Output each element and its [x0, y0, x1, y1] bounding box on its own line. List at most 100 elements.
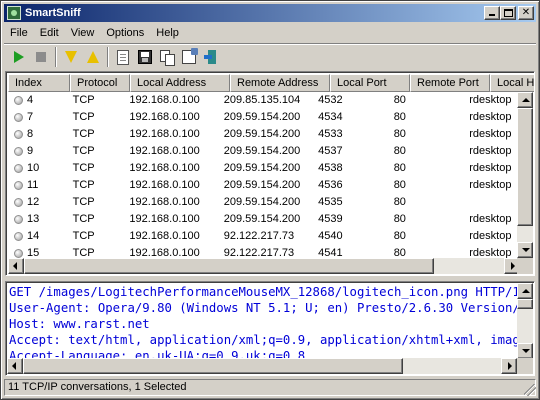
column-header-protocol[interactable]: Protocol: [70, 74, 130, 92]
cell-remote-address: 209.59.154.200: [223, 145, 301, 157]
horizontal-scrollbar[interactable]: [8, 258, 520, 274]
cell-local-host: rdesktop: [469, 94, 512, 106]
cell-index: 14: [8, 228, 67, 245]
table-row[interactable]: 14 TCP 192.168.0.100 92.122.217.73 4540 80 rde…: [8, 228, 520, 245]
content-vertical-scroll-thumb[interactable]: [517, 299, 533, 309]
stream-line: User-Agent: Opera/9.80 (Windows NT 5.1; …: [9, 301, 517, 315]
menu-edit[interactable]: Edit: [34, 27, 65, 39]
filter-alt-button[interactable]: [82, 46, 104, 68]
menu-options[interactable]: Options: [100, 27, 150, 39]
table-row[interactable]: 10 TCP 192.168.0.100 209.59.154.200 4538 80 rd…: [8, 160, 520, 177]
column-header-index[interactable]: Index: [8, 74, 70, 92]
cell-index-text: 12: [27, 196, 40, 208]
cell-local-host: rdesktop: [469, 213, 512, 225]
column-header-local-host[interactable]: Local Host: [490, 74, 534, 92]
table-row[interactable]: 11 TCP 192.168.0.100 209.59.154.200 4536 80 rd…: [8, 177, 520, 194]
table-row[interactable]: 9 TCP 192.168.0.100 209.59.154.200 4537 80 rde…: [8, 143, 520, 160]
cell-protocol: TCP: [72, 94, 95, 106]
content-scroll-left-button[interactable]: [7, 358, 23, 374]
content-horizontal-scroll-thumb[interactable]: [23, 358, 403, 374]
properties-button[interactable]: [178, 46, 200, 68]
cell-index-text: 15: [27, 247, 40, 258]
save-button[interactable]: [134, 46, 156, 68]
menu-bar: File Edit View Options Help: [4, 23, 536, 42]
column-header-remote-address[interactable]: Remote Address: [230, 74, 330, 92]
content-scroll-up-button[interactable]: [517, 283, 533, 299]
toolbar-separator: [55, 47, 57, 67]
stream-content-pane[interactable]: GET /images/LogitechPerformanceMouseMX_1…: [5, 281, 535, 376]
cell-local-address: 192.168.0.100: [129, 145, 200, 157]
horizontal-scroll-thumb[interactable]: [24, 258, 434, 274]
resize-grip-icon[interactable]: [524, 384, 536, 396]
app-icon: [7, 6, 21, 20]
cell-remote-address: 92.122.217.73: [223, 247, 295, 258]
close-button[interactable]: ✕: [518, 6, 534, 20]
content-vertical-scrollbar[interactable]: [517, 283, 533, 359]
maximize-button[interactable]: [500, 6, 516, 20]
cell-local-port: 4534: [318, 111, 343, 123]
cell-remote-port: 80: [393, 230, 406, 242]
table-row[interactable]: 13 TCP 192.168.0.100 209.59.154.200 4539 80 rd…: [8, 211, 520, 228]
table-row[interactable]: 7 TCP 192.168.0.100 209.59.154.200 4534 80 rde…: [8, 109, 520, 126]
table-row[interactable]: 12 TCP 192.168.0.100 209.59.154.200 4535 80: [8, 194, 520, 211]
stream-line: GET /images/LogitechPerformanceMouseMX_1…: [9, 285, 517, 299]
cell-index: 12: [8, 194, 67, 211]
start-capture-button[interactable]: [8, 46, 30, 68]
cell-index-text: 9: [27, 145, 34, 157]
stream-content-text[interactable]: GET /images/LogitechPerformanceMouseMX_1…: [9, 284, 517, 358]
status-dot-icon: [14, 147, 23, 156]
filter-button[interactable]: [60, 46, 82, 68]
cell-local-port: 4540: [318, 230, 343, 242]
exit-button[interactable]: [200, 46, 222, 68]
table-row[interactable]: 8 TCP 192.168.0.100 209.59.154.200 4533 80 rde…: [8, 126, 520, 143]
content-horizontal-scrollbar[interactable]: [7, 358, 517, 374]
stop-icon: [36, 52, 46, 62]
scroll-down-button[interactable]: [517, 242, 533, 258]
vertical-scrollbar[interactable]: [517, 92, 533, 258]
table-row[interactable]: 4 TCP 192.168.0.100 209.85.135.104 4532 80 rde…: [8, 92, 520, 109]
conversation-list[interactable]: Index Protocol Local Address Remote Addr…: [5, 71, 535, 276]
content-scrollbar-corner: [517, 358, 533, 374]
copy-button[interactable]: [156, 46, 178, 68]
cell-local-address: 192.168.0.100: [129, 162, 200, 174]
column-header-remote-port[interactable]: Remote Port: [410, 74, 490, 92]
window-title: SmartSniff: [25, 7, 81, 19]
minimize-button[interactable]: [484, 6, 500, 20]
vertical-scroll-thumb[interactable]: [517, 108, 533, 226]
window-controls: ✕: [484, 6, 534, 20]
menu-help[interactable]: Help: [150, 27, 185, 39]
column-header-local-port[interactable]: Local Port: [330, 74, 410, 92]
status-dot-icon: [14, 96, 23, 105]
copy-icon: [160, 50, 175, 66]
scroll-up-button[interactable]: [517, 92, 533, 108]
maximize-icon: [504, 9, 513, 17]
close-icon: ✕: [521, 7, 531, 18]
status-dot-icon: [14, 198, 23, 207]
stop-capture-button[interactable]: [30, 46, 52, 68]
menu-file[interactable]: File: [4, 27, 34, 39]
cell-local-address: 192.168.0.100: [129, 230, 200, 242]
status-dot-icon: [14, 232, 23, 241]
menu-view[interactable]: View: [65, 27, 101, 39]
content-scroll-right-button[interactable]: [501, 358, 517, 374]
cell-remote-port: 80: [393, 94, 406, 106]
status-dot-icon: [14, 215, 23, 224]
arrow-left-icon: [12, 362, 16, 370]
new-button[interactable]: [112, 46, 134, 68]
table-row[interactable]: 15 TCP 192.168.0.100 92.122.217.73 4541 80 rde…: [8, 245, 520, 258]
play-icon: [14, 51, 24, 63]
scroll-left-button[interactable]: [8, 258, 24, 274]
cell-local-address: 192.168.0.100: [129, 94, 200, 106]
stream-line: Accept-Language: en,uk-UA;q=0.9,uk;q=0.8: [9, 349, 306, 358]
cell-local-address: 192.168.0.100: [129, 247, 200, 258]
arrow-down-icon: [522, 349, 530, 353]
title-bar[interactable]: SmartSniff ✕: [4, 4, 536, 22]
column-header-local-address[interactable]: Local Address: [130, 74, 230, 92]
status-dot-icon: [14, 249, 23, 258]
exit-icon: [204, 50, 218, 64]
content-scroll-down-button[interactable]: [517, 343, 533, 359]
cell-remote-address: 209.59.154.200: [223, 111, 301, 123]
cell-index: 11: [8, 177, 67, 194]
cell-protocol: TCP: [72, 111, 95, 123]
cell-index-text: 8: [27, 128, 34, 140]
